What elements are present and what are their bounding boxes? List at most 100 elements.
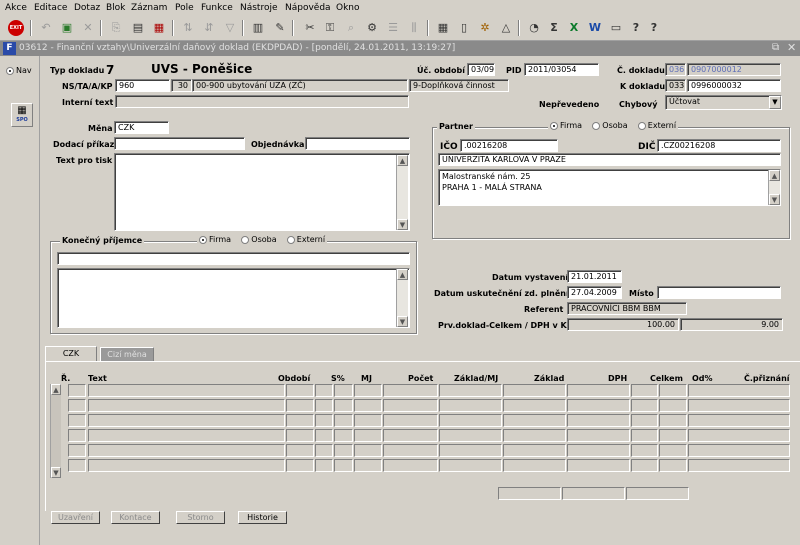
spo-button[interactable]: ▦ SPO [11, 103, 33, 127]
table-cell[interactable] [567, 444, 630, 457]
table-cell[interactable] [567, 399, 630, 412]
table-cell[interactable] [688, 399, 790, 412]
table-cell[interactable] [503, 444, 566, 457]
tree-icon[interactable]: ⚿ [322, 20, 338, 36]
scroll-down-icon[interactable]: ▼ [51, 467, 61, 478]
table-cell[interactable] [383, 384, 438, 397]
menu-nastroje[interactable]: Nástroje [240, 3, 278, 13]
scroll-up-icon[interactable]: ▲ [397, 155, 408, 166]
table-cell[interactable] [88, 384, 285, 397]
table-cell[interactable] [286, 429, 314, 442]
document-icon[interactable]: ▯ [456, 20, 472, 36]
export-icon[interactable]: ▥ [250, 20, 266, 36]
list-icon[interactable]: ☰ [385, 20, 401, 36]
partner-radio-externi[interactable]: Externí [637, 121, 676, 130]
table-cell[interactable] [315, 399, 333, 412]
table-cell[interactable] [286, 459, 314, 472]
table-cell[interactable] [286, 414, 314, 427]
tab-czk[interactable]: CZK [45, 346, 97, 362]
exit-icon[interactable]: EXIT [8, 20, 24, 36]
menu-zaznam[interactable]: Záznam [131, 3, 167, 13]
table-cell[interactable] [439, 459, 502, 472]
table-cell[interactable] [88, 414, 285, 427]
dodaci-prikaz-field[interactable] [114, 137, 245, 150]
table-cell[interactable] [567, 459, 630, 472]
table-cell[interactable] [315, 414, 333, 427]
filter-icon[interactable]: ▽ [222, 20, 238, 36]
table-cell[interactable] [503, 384, 566, 397]
konecny-radio-osoba[interactable]: Osoba [241, 235, 277, 244]
sigma-icon[interactable]: Σ [546, 20, 562, 36]
scroll-down-icon[interactable]: ▼ [769, 194, 780, 205]
cancel-icon[interactable]: ✕ [80, 20, 96, 36]
row-selector[interactable] [68, 384, 86, 397]
chybovy-select[interactable]: Účtovat ▼ [665, 95, 782, 110]
interni-text-field[interactable] [115, 95, 409, 108]
table-cell[interactable] [659, 399, 687, 412]
chevron-down-icon[interactable]: ▼ [769, 96, 781, 109]
table-cell[interactable] [334, 459, 353, 472]
close-icon[interactable]: ✕ [787, 41, 796, 54]
table-cell[interactable] [383, 444, 438, 457]
lookup-icon[interactable]: ⌕ [343, 20, 359, 36]
scroll-up-icon[interactable]: ▲ [51, 384, 61, 395]
table-cell[interactable] [659, 444, 687, 457]
table-cell[interactable] [503, 429, 566, 442]
table-cell[interactable] [354, 414, 382, 427]
ta-field[interactable]: 30 [171, 79, 192, 92]
misto-field[interactable] [657, 286, 781, 299]
whatsthis-icon[interactable]: ? [646, 20, 662, 36]
table-cell[interactable] [631, 444, 658, 457]
table-cell[interactable] [659, 459, 687, 472]
sort-icon[interactable]: ⇅ [180, 20, 196, 36]
table-row-scrollbar[interactable]: ▲ ▼ [50, 384, 61, 478]
table-cell[interactable] [631, 384, 658, 397]
table-cell[interactable] [439, 429, 502, 442]
menu-okno[interactable]: Okno [336, 3, 360, 13]
table-cell[interactable] [286, 384, 314, 397]
a-field[interactable]: 00-900 ubytování UZA (ZČ) [192, 79, 408, 92]
table-cell[interactable] [315, 459, 333, 472]
table-cell[interactable] [88, 399, 285, 412]
print-icon[interactable]: ▤ [130, 20, 146, 36]
nav-radio[interactable] [6, 66, 14, 75]
table-cell[interactable] [631, 414, 658, 427]
menu-akce[interactable]: Akce [5, 3, 27, 13]
table-cell[interactable] [439, 444, 502, 457]
scroll-down-icon[interactable]: ▼ [397, 219, 408, 230]
table-cell[interactable] [503, 399, 566, 412]
partner-name-field[interactable]: UNIVERZITA KARLOVA V PRAZE [438, 153, 781, 166]
table-cell[interactable] [383, 429, 438, 442]
table-cell[interactable] [315, 444, 333, 457]
scroll-up-icon[interactable]: ▲ [397, 269, 408, 280]
menu-pole[interactable]: Pole [175, 3, 194, 13]
delete-icon[interactable]: ▦ [151, 20, 167, 36]
table-cell[interactable] [354, 444, 382, 457]
k-dokladu-field[interactable]: 0996000032 [687, 79, 781, 92]
nav-toggle[interactable]: Nav [6, 66, 32, 75]
table-cell[interactable] [688, 384, 790, 397]
konecny-address-scrollbar[interactable]: ▲ ▼ [396, 269, 408, 327]
tab-cizi-mena[interactable]: Cizí měna [100, 347, 154, 361]
table-cell[interactable] [503, 459, 566, 472]
table-cell[interactable] [315, 384, 333, 397]
sort-desc-icon[interactable]: ⇵ [201, 20, 217, 36]
konecny-name-field[interactable] [57, 252, 410, 265]
table-cell[interactable] [354, 459, 382, 472]
storno-button[interactable]: Storno [176, 511, 225, 524]
table-cell[interactable] [354, 429, 382, 442]
triangle-icon[interactable]: △ [498, 20, 514, 36]
konecny-address-field[interactable] [57, 268, 410, 328]
table-cell[interactable] [439, 414, 502, 427]
ns-field[interactable]: 960 [115, 79, 170, 92]
row-selector[interactable] [68, 399, 86, 412]
table-cell[interactable] [286, 399, 314, 412]
back-icon[interactable]: ↶ [38, 20, 54, 36]
table-cell[interactable] [286, 444, 314, 457]
table-cell[interactable] [383, 399, 438, 412]
table-cell[interactable] [383, 459, 438, 472]
table-cell[interactable] [334, 444, 353, 457]
dic-field[interactable]: .CZ00216208 [657, 139, 781, 152]
table-cell[interactable] [659, 429, 687, 442]
text-pro-tisk-field[interactable] [114, 153, 410, 231]
